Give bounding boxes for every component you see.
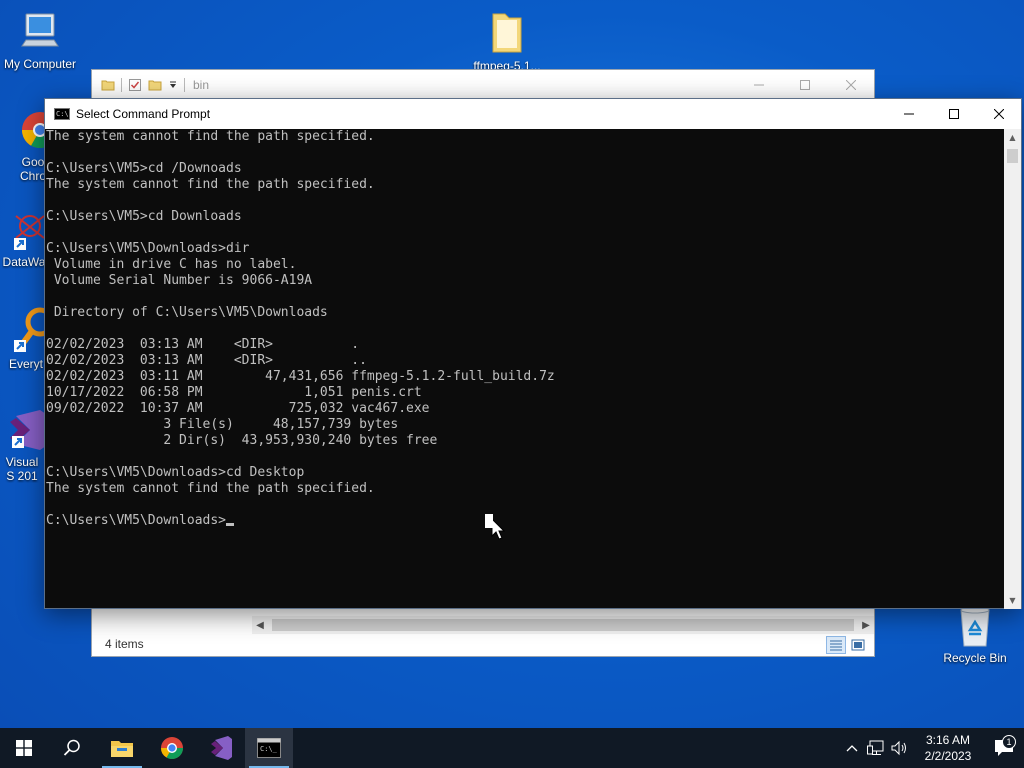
- details-view-button[interactable]: [826, 636, 846, 654]
- minimize-icon: [754, 84, 764, 86]
- properties-checkmark-icon[interactable]: [128, 78, 142, 92]
- desktop-icon-visual-studio[interactable]: Visual S 201: [2, 408, 46, 483]
- console-text[interactable]: The system cannot find the path specifie…: [45, 129, 1005, 529]
- chevron-up-icon: [846, 745, 858, 752]
- divider: [184, 78, 185, 92]
- clock-date: 2/2/2023: [924, 749, 972, 763]
- new-folder-icon[interactable]: [148, 78, 162, 92]
- window-title: Select Command Prompt: [76, 107, 211, 121]
- close-button[interactable]: [828, 70, 874, 100]
- maximize-button[interactable]: [782, 70, 828, 100]
- explorer-titlebar[interactable]: bin: [92, 70, 874, 100]
- cmd-titlebar[interactable]: C:\ Select Command Prompt: [45, 99, 1021, 129]
- start-button[interactable]: [0, 728, 48, 768]
- command-prompt-window[interactable]: C:\ Select Command Prompt The system can…: [44, 98, 1022, 609]
- datawarrior-icon: [14, 215, 45, 250]
- window-title: bin: [193, 78, 210, 92]
- action-center-button[interactable]: 1: [984, 735, 1024, 757]
- console-output[interactable]: The system cannot find the path specifie…: [45, 129, 1005, 609]
- scroll-thumb[interactable]: [1007, 149, 1018, 163]
- volume-button[interactable]: [888, 740, 912, 756]
- mouse-pointer-icon: [491, 518, 505, 540]
- desktop-icon-datawarrior[interactable]: DataWa: [2, 208, 46, 269]
- taskbar: C:\_ 3:16 AM 2/2/2023 1: [0, 728, 1024, 768]
- windows-logo-icon: [16, 740, 32, 756]
- svg-text:C:\_: C:\_: [260, 745, 278, 753]
- close-icon: [993, 109, 1004, 119]
- speaker-icon: [891, 740, 906, 756]
- desktop-icon-everything[interactable]: Everyt: [6, 304, 46, 371]
- vertical-scrollbar[interactable]: ▲ ▼: [1004, 129, 1021, 609]
- desktop-icon-recycle-bin[interactable]: Recycle Bin: [940, 606, 1010, 665]
- system-tray: 3:16 AM 2/2/2023 1: [840, 728, 1024, 768]
- status-bar: 4 items: [92, 632, 874, 656]
- scroll-left-icon[interactable]: ◀: [252, 620, 268, 631]
- everything-search-icon: [14, 307, 46, 352]
- maximize-icon: [948, 109, 959, 119]
- taskbar-chrome[interactable]: [148, 728, 196, 768]
- minimize-icon: [903, 113, 914, 115]
- minimize-button[interactable]: [886, 99, 931, 129]
- visual-studio-icon: [10, 410, 46, 450]
- maximize-button[interactable]: [931, 99, 976, 129]
- network-icon: [867, 740, 884, 755]
- scroll-thumb[interactable]: [272, 619, 854, 631]
- search-icon: [63, 739, 80, 756]
- search-button[interactable]: [48, 728, 96, 768]
- desktop-icon-label: Recycle Bin: [943, 651, 1007, 665]
- show-hidden-icons-button[interactable]: [840, 744, 864, 752]
- visual-studio-icon: [211, 736, 232, 760]
- desktop-icon-label: My Computer: [3, 57, 77, 71]
- cmd-icon: C:\: [54, 108, 70, 120]
- text-selection-block: [485, 514, 493, 528]
- text-cursor: [226, 523, 235, 526]
- scroll-down-icon[interactable]: ▼: [1004, 592, 1021, 609]
- clock-time: 3:16 AM: [925, 733, 971, 747]
- recycle-bin-icon: [960, 606, 990, 647]
- clock[interactable]: 3:16 AM 2/2/2023: [912, 732, 984, 764]
- notification-badge: 1: [1002, 735, 1016, 749]
- taskbar-file-explorer[interactable]: [98, 728, 146, 768]
- item-count: 4 items: [105, 637, 144, 651]
- details-view-icon: [830, 640, 842, 651]
- large-icons-view-icon: [851, 639, 865, 651]
- large-icons-view-button[interactable]: [848, 636, 868, 654]
- desktop-icon-ffmpeg[interactable]: ffmpeg-5.1...: [466, 8, 548, 73]
- maximize-icon: [800, 80, 810, 90]
- scroll-right-icon[interactable]: ▶: [858, 620, 874, 631]
- folder-icon: [101, 80, 115, 91]
- desktop-icon-my-computer[interactable]: My Computer: [2, 10, 78, 71]
- close-icon: [846, 80, 856, 90]
- chrome-icon: [161, 737, 183, 759]
- taskbar-visual-studio[interactable]: [196, 728, 244, 768]
- cmd-icon: C:\_: [257, 738, 281, 758]
- file-explorer-icon: [111, 741, 133, 757]
- desktop-icon-label: DataWa: [2, 255, 46, 269]
- customize-toolbar-chevron-icon[interactable]: [168, 78, 178, 92]
- divider: [121, 78, 122, 92]
- network-button[interactable]: [864, 740, 888, 756]
- close-button[interactable]: [976, 99, 1021, 129]
- folder-icon: [492, 13, 522, 53]
- taskbar-command-prompt[interactable]: C:\_: [245, 728, 293, 768]
- minimize-button[interactable]: [736, 70, 782, 100]
- desktop-icon-label: Visual S 201: [5, 455, 39, 483]
- desktop-icon-label: Everyt: [8, 357, 43, 371]
- computer-icon: [21, 13, 59, 47]
- scroll-up-icon[interactable]: ▲: [1004, 129, 1021, 146]
